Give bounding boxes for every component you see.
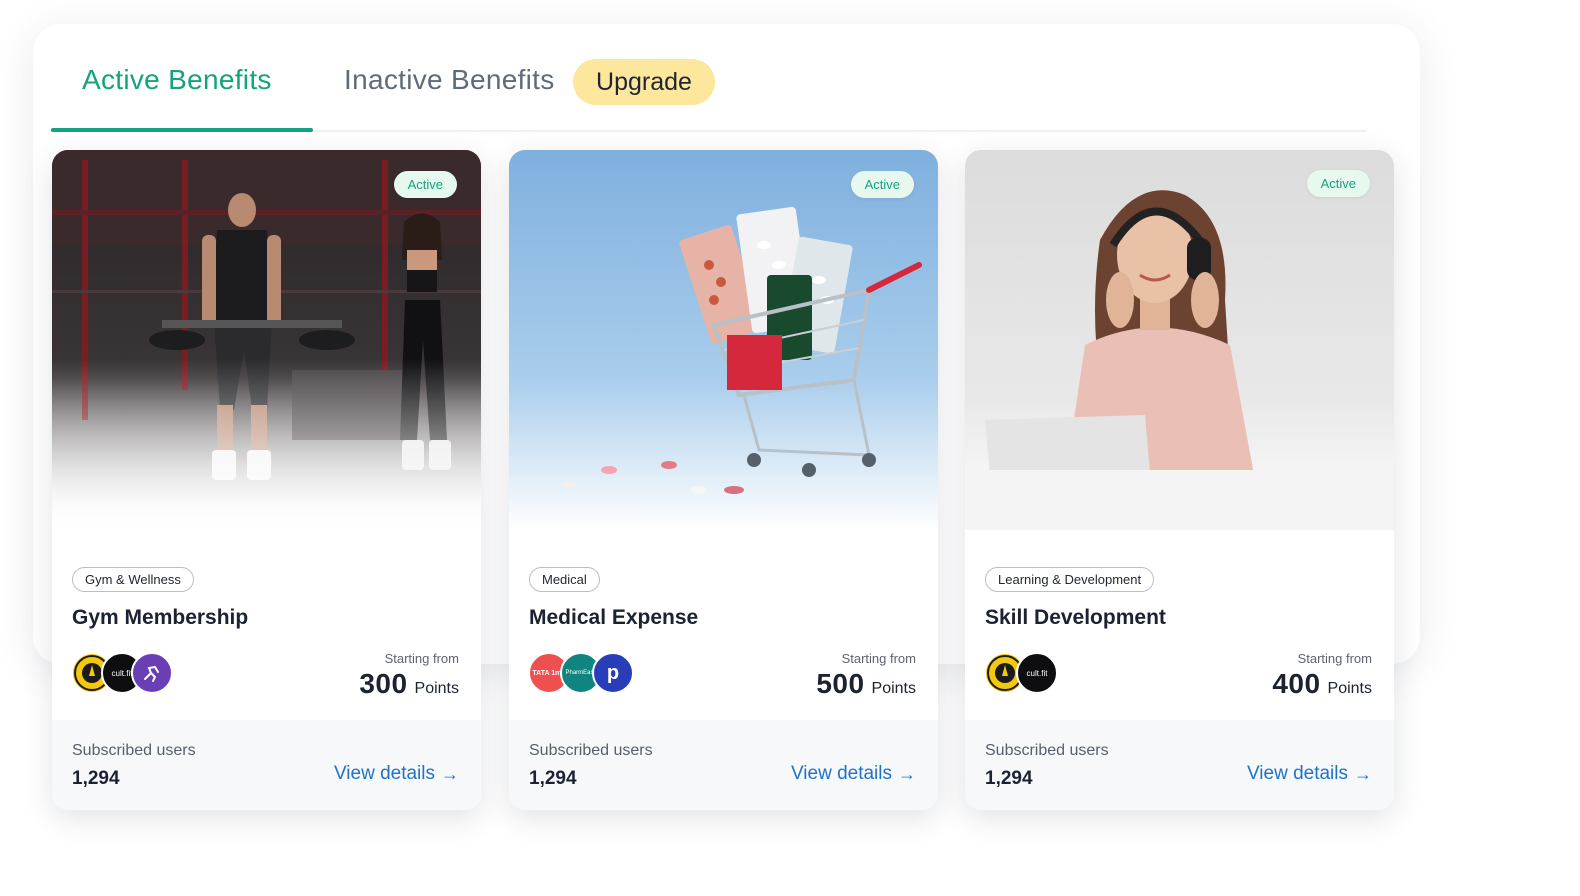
points-unit: Points <box>1327 680 1372 697</box>
learning-photo: Active <box>965 150 1394 530</box>
subscribed-users-count: 1,294 <box>529 768 577 789</box>
view-details-link[interactable]: View details → <box>334 763 459 785</box>
category-pill: Gym & Wellness <box>72 567 194 592</box>
points-value: 400 <box>1272 668 1321 699</box>
starting-from-label: Starting from <box>841 651 916 666</box>
view-details-link[interactable]: View details → <box>1247 763 1372 785</box>
card-footer: Subscribed users 1,294 View details → <box>52 720 481 810</box>
points-unit: Points <box>414 680 459 697</box>
status-badge: Active <box>1306 170 1370 197</box>
points-unit: Points <box>871 680 916 697</box>
tab-inactive-benefits[interactable]: Inactive Benefits <box>344 64 555 96</box>
arrow-right-icon: → <box>441 763 459 784</box>
view-details-link[interactable]: View details → <box>791 763 916 785</box>
status-badge: Active <box>393 171 457 198</box>
partner-logos: cult.fit <box>984 652 1184 696</box>
view-details-label: View details <box>333 763 435 784</box>
medical-photo: Active <box>509 150 938 530</box>
subscribed-users-label: Subscribed users <box>72 742 196 759</box>
status-badge: Active <box>850 171 914 198</box>
fitness-app-logo <box>131 652 173 694</box>
logo-text: p <box>606 661 620 684</box>
starting-from-label: Starting from <box>384 651 459 666</box>
category-pill: Learning & Development <box>985 567 1155 592</box>
subscribed-users-label: Subscribed users <box>985 742 1109 759</box>
card-title: Skill Development <box>985 606 1166 629</box>
logo-text: cult.fit <box>111 668 133 678</box>
gym-photo: Active <box>52 150 481 530</box>
partner-logos: cult.fit <box>71 652 271 696</box>
category-pill: Medical <box>529 567 600 592</box>
view-details-label: View details <box>790 763 892 784</box>
card-footer: Subscribed users 1,294 View details → <box>509 720 938 810</box>
logo-text: cult.fit <box>1026 668 1048 678</box>
active-tab-indicator <box>51 128 313 132</box>
card-title: Gym Membership <box>72 606 249 629</box>
points-row: 500 Points <box>816 668 916 700</box>
partner-logos: TATA 1mg PharmEasy p <box>528 652 728 696</box>
benefit-card-skill[interactable]: Active Learning & Development Skill Deve… <box>965 150 1394 810</box>
benefit-card-gym[interactable]: Active Gym & Wellness Gym Membership cul… <box>52 150 481 810</box>
upgrade-button[interactable]: Upgrade <box>573 59 715 105</box>
points-value: 300 <box>359 668 408 699</box>
points-value: 500 <box>816 668 865 699</box>
points-row: 300 Points <box>359 668 459 700</box>
arrow-right-icon: → <box>898 763 916 784</box>
benefits-tabs: Active Benefits Inactive Benefits Upgrad… <box>33 24 1420 134</box>
card-footer: Subscribed users 1,294 View details → <box>965 720 1394 810</box>
starting-from-label: Starting from <box>1297 651 1372 666</box>
points-row: 400 Points <box>1272 668 1372 700</box>
subscribed-users-label: Subscribed users <box>529 742 653 759</box>
view-details-label: View details <box>1246 763 1348 784</box>
subscribed-users-count: 1,294 <box>985 768 1033 789</box>
practo-logo: p <box>592 652 634 694</box>
subscribed-users-count: 1,294 <box>72 768 120 789</box>
tab-active-benefits[interactable]: Active Benefits <box>82 64 272 96</box>
cult-fit-logo: cult.fit <box>1016 652 1058 694</box>
benefit-card-medical[interactable]: Active Medical Medical Expense TATA 1mg … <box>509 150 938 810</box>
card-title: Medical Expense <box>529 606 699 629</box>
arrow-right-icon: → <box>1354 763 1372 784</box>
